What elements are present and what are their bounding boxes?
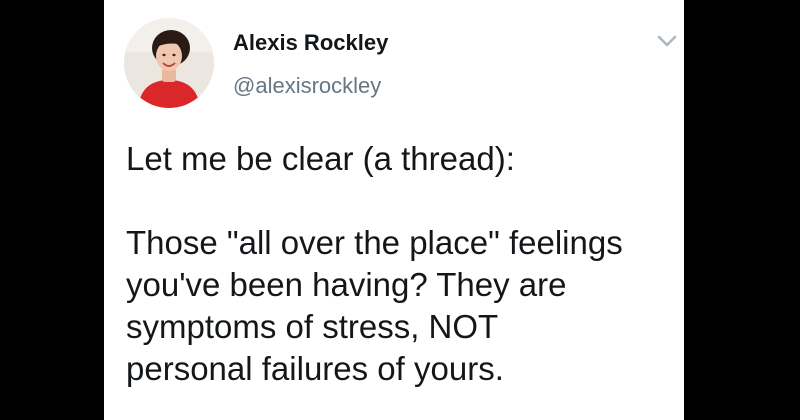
author-handle[interactable]: @alexisrockley [233, 73, 381, 99]
author-display-name[interactable]: Alexis Rockley [233, 30, 388, 56]
chevron-down-icon [657, 35, 677, 47]
tweet-menu-button[interactable] [656, 34, 678, 48]
tweet-card: Alexis Rockley @alexisrockley Let me be … [104, 0, 684, 420]
avatar[interactable] [124, 18, 214, 108]
profile-photo [124, 18, 214, 108]
tweet-paragraph: Those "all over the place" feelings you'… [126, 224, 623, 387]
tweet-body: Let me be clear (a thread): Those "all o… [126, 138, 676, 390]
tweet-paragraph: Let me be clear (a thread): [126, 140, 515, 177]
